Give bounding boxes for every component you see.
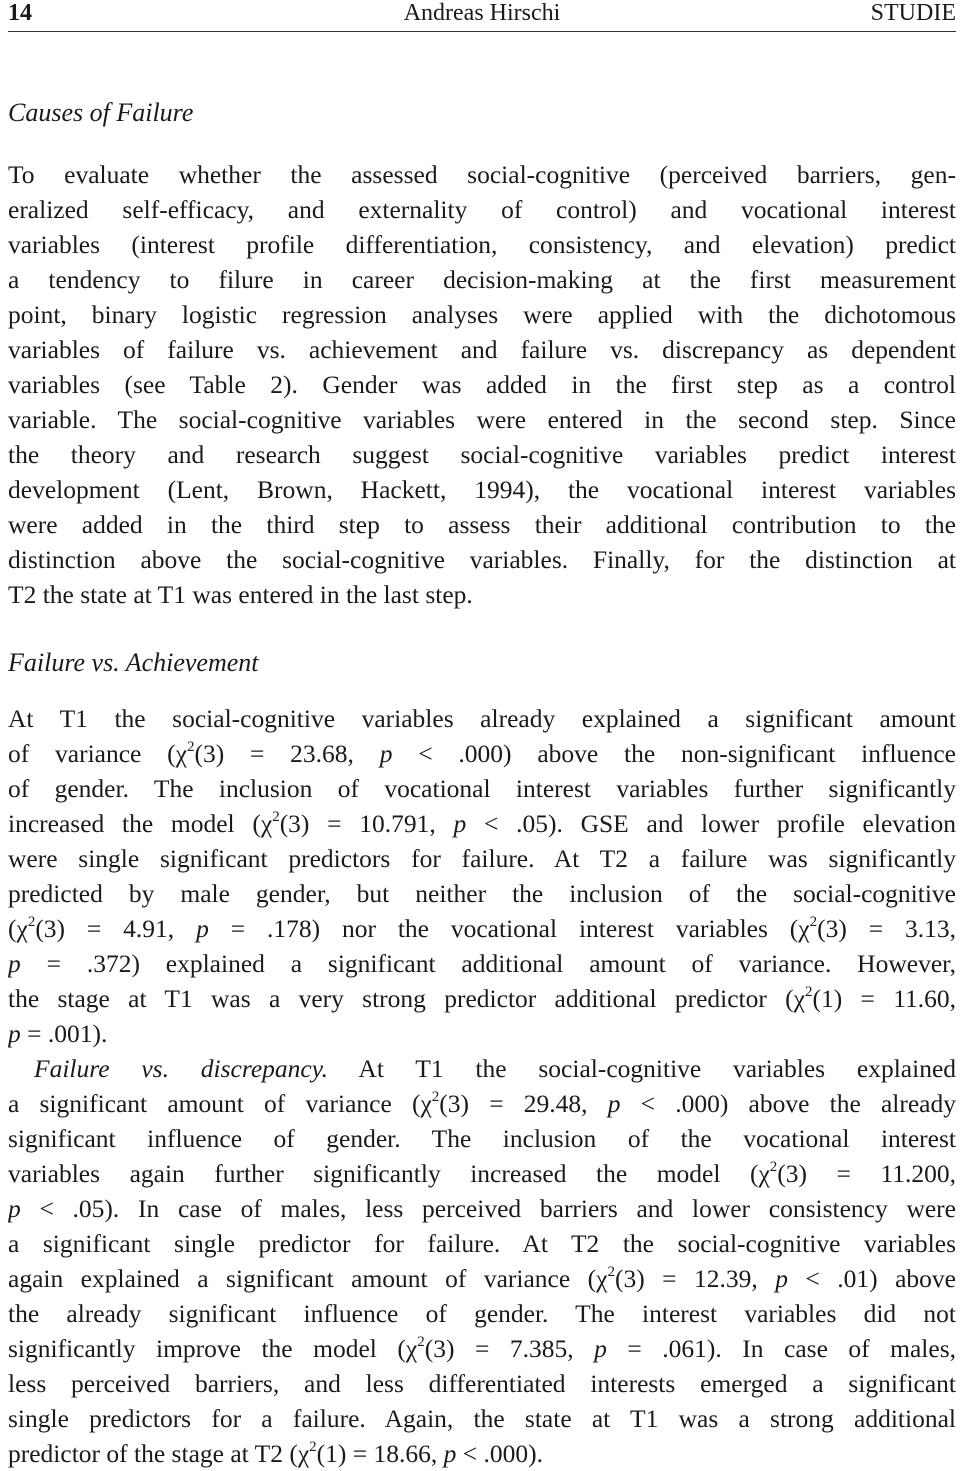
text-line: development (Lent, Brown, Hackett, 1994)… <box>8 475 956 504</box>
journal-name: STUDIE <box>870 0 956 26</box>
text-line: variables again further significantly in… <box>8 1159 956 1188</box>
text-line: single predictors for a failure. Again, … <box>8 1404 956 1433</box>
text-line: (χ2(3) = 4.91, p = .178) nor the vocatio… <box>8 914 956 943</box>
run-in-heading: Failure vs. discrepancy. <box>34 1054 329 1083</box>
text-line: At T1 the social-cognitive variables alr… <box>8 704 956 733</box>
text-line: a significant single predictor for failu… <box>8 1229 956 1258</box>
text-line: point, binary logistic regression analys… <box>8 300 956 329</box>
text-line: were single significant predictors for f… <box>8 844 956 873</box>
text-line: significant influence of gender. The inc… <box>8 1124 956 1153</box>
achievement-paragraph: At T1 the social-cognitive variables alr… <box>8 701 956 1051</box>
text-line: T2 the state at T1 was entered in the la… <box>8 580 473 609</box>
text-line: the stage at T1 was a very strong predic… <box>8 984 956 1013</box>
running-header: 14 Andreas Hirschi STUDIE <box>8 0 956 32</box>
text-line: of gender. The inclusion of vocational i… <box>8 774 956 803</box>
section-heading: Causes of Failure <box>8 98 194 127</box>
text-line: distinction above the social-cognitive v… <box>8 545 956 574</box>
text-line: variables (interest profile differentiat… <box>8 230 956 259</box>
text-line: To evaluate whether the assessed social-… <box>8 160 956 189</box>
running-author: Andreas Hirschi <box>403 0 561 26</box>
text-line: a significant amount of variance (χ2(3) … <box>8 1089 956 1118</box>
text-line: a tendency to filure in career decision-… <box>8 265 956 294</box>
text-line: variable. The social-cognitive variables… <box>8 405 956 434</box>
text-line: again explained a significant amount of … <box>8 1264 956 1293</box>
text-line: significantly improve the model (χ2(3) =… <box>8 1334 956 1363</box>
text-line: p = .372) explained a significant additi… <box>8 949 956 978</box>
discrepancy-paragraph: Failure vs. discrepancy. At T1 the socia… <box>8 1051 956 1471</box>
text-line: variables (see Table 2). Gender was adde… <box>8 370 956 399</box>
text-line: p < .05). In case of males, less perceiv… <box>8 1194 956 1223</box>
text-line: variables of failure vs. achievement and… <box>8 335 956 364</box>
method-paragraph: To evaluate whether the assessed social-… <box>8 157 956 612</box>
text-line: predictor of the stage at T2 (χ2(1) = 18… <box>8 1439 544 1468</box>
text-line: of variance (χ2(3) = 23.68, p < .000) ab… <box>8 739 956 768</box>
text-line: eralized self-efficacy, and externality … <box>8 195 956 224</box>
text-line: the theory and research suggest social-c… <box>8 440 956 469</box>
text-line: the already significant influence of gen… <box>8 1299 956 1328</box>
text-line: Failure vs. discrepancy. At T1 the socia… <box>34 1054 956 1083</box>
text-line: increased the model (χ2(3) = 10.791, p <… <box>8 809 956 838</box>
text-line: p = .001). <box>8 1019 108 1048</box>
text-line: were added in the third step to assess t… <box>8 510 956 539</box>
text-line: less perceived barriers, and less differ… <box>8 1369 956 1398</box>
text-line: predicted by male gender, but neither th… <box>8 879 956 908</box>
subsection-heading: Failure vs. Achievement <box>8 648 259 677</box>
